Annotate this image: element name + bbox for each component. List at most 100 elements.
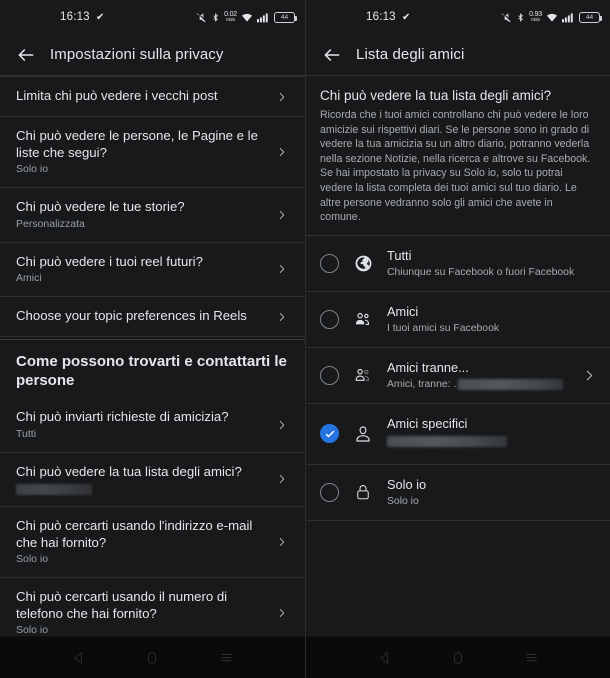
chevron-right-icon xyxy=(275,472,289,486)
setting-row-text: Chi può cercarti usando il numero di tel… xyxy=(16,589,275,636)
description-title: Chi può vedere la tua lista degli amici? xyxy=(320,88,552,103)
setting-row-value: Amici xyxy=(16,272,42,284)
globe-icon xyxy=(351,254,375,273)
setting-row-limit-old-posts[interactable]: Limita chi può vedere i vecchi post xyxy=(0,77,305,117)
chevron-right-icon xyxy=(275,208,289,222)
audience-option-only-me[interactable]: Solo io Solo io xyxy=(306,465,610,521)
home-nav-icon[interactable] xyxy=(445,645,471,671)
right-phone-screen: 16:13 ✔ 0.93 KB/s 44 Lista degli amici C… xyxy=(305,0,610,678)
audience-option-public[interactable]: Tutti Chiunque su Facebook o fuori Faceb… xyxy=(306,236,610,292)
audience-option-sub-text: Amici, tranne: . xyxy=(387,378,457,390)
setting-row-text: Chi può cercarti usando l'indirizzo e-ma… xyxy=(16,518,275,566)
radio-button[interactable] xyxy=(320,309,339,329)
radio-button[interactable] xyxy=(320,253,339,273)
chevron-right-icon xyxy=(275,262,289,276)
status-bar-clock: 16:13 xyxy=(366,11,396,23)
radio-button[interactable] xyxy=(320,365,339,385)
setting-row-who-can-see-stories[interactable]: Chi può vedere le tue storie? Personaliz… xyxy=(0,188,305,243)
page-title: Lista degli amici xyxy=(356,46,465,63)
bluetooth-icon xyxy=(516,12,525,23)
setting-row-label: Choose your topic preferences in Reels xyxy=(16,308,247,324)
home-nav-icon[interactable] xyxy=(139,645,165,671)
network-speed-indicator: 0.02 KB/s xyxy=(224,11,237,23)
setting-row-text: Chi può inviarti richieste di amicizia? … xyxy=(16,409,275,441)
audience-option-friends-except[interactable]: Amici tranne... Amici, tranne: . xyxy=(306,348,610,404)
setting-row-who-can-see-reels[interactable]: Chi può vedere i tuoi reel futuri? Amici xyxy=(0,243,305,297)
chevron-right-icon xyxy=(275,418,289,432)
setting-row-who-can-see-follows[interactable]: Chi può vedere le persone, le Pagine e l… xyxy=(0,117,305,188)
radio-button-selected[interactable] xyxy=(320,424,339,444)
status-bar-icons-right: 0.93 KB/s 44 xyxy=(501,11,602,23)
status-bar-clock: 16:13 xyxy=(60,11,90,23)
cellular-signal-icon xyxy=(257,12,270,23)
page-title: Impostazioni sulla privacy xyxy=(50,46,224,63)
privacy-settings-list[interactable]: Limita chi può vedere i vecchi post Chi … xyxy=(0,76,305,636)
friends-list-audience-picker[interactable]: Chi può vedere la tua lista degli amici?… xyxy=(306,76,610,636)
setting-row-friend-requests[interactable]: Chi può inviarti richieste di amicizia? … xyxy=(0,398,305,453)
audience-option-text: Tutti Chiunque su Facebook o fuori Faceb… xyxy=(387,248,598,279)
recents-nav-icon[interactable] xyxy=(518,645,544,671)
chevron-right-icon[interactable] xyxy=(581,367,598,384)
setting-row-label: Chi può inviarti richieste di amicizia? xyxy=(16,409,229,424)
setting-row-label: Chi può vedere le tue storie? xyxy=(16,199,185,214)
app-bar-right: Lista degli amici xyxy=(306,34,610,76)
wifi-icon xyxy=(241,12,253,23)
audience-option-label: Tutti xyxy=(387,247,412,263)
back-nav-icon[interactable] xyxy=(372,645,398,671)
setting-row-text: Chi può vedere le persone, le Pagine e l… xyxy=(16,128,275,176)
back-arrow-icon[interactable] xyxy=(322,45,342,65)
setting-row-label: Chi può vedere le persone, le Pagine e l… xyxy=(16,128,258,160)
back-nav-icon[interactable] xyxy=(66,645,92,671)
chevron-right-icon xyxy=(275,145,289,159)
audience-option-sub: I tuoi amici su Facebook xyxy=(387,322,500,334)
network-speed-indicator: 0.93 KB/s xyxy=(529,11,542,23)
setting-row-label: Chi può cercarti usando il numero di tel… xyxy=(16,589,228,621)
description-text: Ricorda che i tuoi amici controllano chi… xyxy=(320,109,591,224)
setting-row-text: Chi può vedere i tuoi reel futuri? Amici xyxy=(16,254,275,286)
audience-option-label: Solo io xyxy=(387,476,427,492)
audience-option-text: Amici specifici xyxy=(387,416,598,452)
setting-row-text: Choose your topic preferences in Reels xyxy=(16,308,275,325)
audience-option-sub: Chiunque su Facebook o fuori Facebook xyxy=(387,266,575,278)
audience-option-specific-friends[interactable]: Amici specifici xyxy=(306,404,610,465)
android-nav-bar-right[interactable] xyxy=(306,636,610,678)
dual-screenshot-container: 16:13 ✔ 0.02 KB/s 44 Impostazioni sulla … xyxy=(0,0,610,678)
chevron-right-icon xyxy=(275,535,289,549)
app-bar-left: Impostazioni sulla privacy xyxy=(0,34,305,76)
setting-row-label: Chi può vedere i tuoi reel futuri? xyxy=(16,253,203,269)
status-bar-icons-left: 0.02 KB/s 44 xyxy=(196,11,297,23)
audience-option-text: Solo io Solo io xyxy=(387,477,598,508)
friends-except-icon xyxy=(351,365,375,385)
setting-row-reels-topic-preferences[interactable]: Choose your topic preferences in Reels xyxy=(0,297,305,337)
audience-option-label: Amici xyxy=(387,303,419,319)
setting-row-search-by-phone[interactable]: Chi può cercarti usando il numero di tel… xyxy=(0,578,305,636)
audience-option-label: Amici tranne... xyxy=(387,359,469,375)
sync-check-icon: ✔ xyxy=(96,11,105,23)
battery-icon: 44 xyxy=(274,11,297,23)
setting-row-value: Solo io xyxy=(16,163,49,175)
bluetooth-icon xyxy=(211,12,220,23)
setting-row-search-by-email[interactable]: Chi può cercarti usando l'indirizzo e-ma… xyxy=(0,507,305,578)
setting-row-value: Tutti xyxy=(16,427,37,440)
back-arrow-icon[interactable] xyxy=(16,45,36,65)
android-nav-bar-left[interactable] xyxy=(0,636,305,678)
setting-row-text: Chi può vedere le tue storie? Personaliz… xyxy=(16,199,275,231)
cellular-signal-icon xyxy=(562,12,575,23)
audience-option-text: Amici tranne... Amici, tranne: . xyxy=(387,360,569,391)
audience-option-sub: Amici, tranne: . xyxy=(387,378,569,391)
left-phone-screen: 16:13 ✔ 0.02 KB/s 44 Impostazioni sulla … xyxy=(0,0,305,678)
specific-friend-icon xyxy=(351,424,375,444)
status-bar-right: 16:13 ✔ 0.93 KB/s 44 xyxy=(306,0,610,34)
sync-check-icon: ✔ xyxy=(402,11,411,23)
status-bar-left: 16:13 ✔ 0.02 KB/s 44 xyxy=(0,0,305,34)
setting-row-label: Chi può vedere la tua lista degli amici? xyxy=(16,463,242,479)
redacted-value xyxy=(387,435,507,447)
chevron-right-icon xyxy=(275,310,289,324)
radio-button[interactable] xyxy=(320,482,339,502)
mute-icon xyxy=(501,12,512,23)
wifi-icon xyxy=(546,12,558,23)
lock-icon xyxy=(351,483,375,501)
setting-row-friends-list-visibility[interactable]: Chi può vedere la tua lista degli amici? xyxy=(0,453,305,507)
audience-option-friends[interactable]: Amici I tuoi amici su Facebook xyxy=(306,292,610,348)
recents-nav-icon[interactable] xyxy=(213,645,239,671)
